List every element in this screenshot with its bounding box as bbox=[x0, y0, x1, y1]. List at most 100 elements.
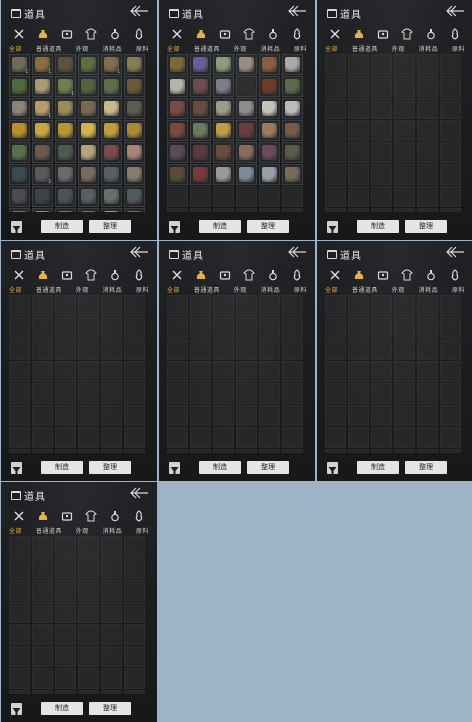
inventory-item-slot[interactable]: 1 bbox=[32, 98, 53, 119]
empty-inventory-slot[interactable] bbox=[213, 361, 234, 382]
inventory-item-slot[interactable] bbox=[259, 54, 280, 75]
empty-inventory-slot[interactable] bbox=[394, 76, 415, 97]
inventory-item-slot[interactable] bbox=[190, 164, 211, 185]
inventory-item-slot[interactable] bbox=[55, 54, 76, 75]
tab-common-items[interactable]: 普通道具 bbox=[36, 44, 62, 53]
empty-inventory-slot[interactable] bbox=[236, 427, 257, 448]
empty-inventory-slot[interactable] bbox=[9, 405, 30, 426]
empty-inventory-slot[interactable] bbox=[394, 98, 415, 119]
ore-icon[interactable] bbox=[131, 27, 147, 41]
tab-appearance[interactable]: 外观 bbox=[76, 526, 89, 535]
pouch-icon[interactable] bbox=[35, 27, 51, 41]
inventory-item-slot[interactable] bbox=[9, 164, 30, 185]
empty-inventory-slot[interactable] bbox=[55, 295, 76, 316]
empty-inventory-slot[interactable] bbox=[394, 449, 415, 453]
tab-appearance[interactable]: 外观 bbox=[392, 44, 405, 53]
empty-inventory-slot[interactable] bbox=[417, 449, 438, 453]
empty-inventory-slot[interactable] bbox=[371, 98, 392, 119]
tab-materials[interactable]: 原料 bbox=[452, 285, 465, 294]
empty-inventory-slot[interactable] bbox=[32, 668, 53, 689]
empty-inventory-slot[interactable] bbox=[55, 383, 76, 404]
shirt-icon[interactable] bbox=[241, 268, 257, 282]
empty-inventory-slot[interactable] bbox=[55, 449, 76, 453]
empty-inventory-slot[interactable] bbox=[440, 339, 461, 360]
empty-inventory-slot[interactable] bbox=[348, 208, 369, 212]
empty-inventory-slot[interactable] bbox=[371, 339, 392, 360]
inventory-item-slot[interactable] bbox=[282, 76, 303, 97]
empty-inventory-slot[interactable] bbox=[348, 54, 369, 75]
empty-inventory-slot[interactable] bbox=[259, 405, 280, 426]
empty-inventory-slot[interactable] bbox=[78, 449, 99, 453]
empty-inventory-slot[interactable] bbox=[9, 624, 30, 645]
inventory-item-slot[interactable] bbox=[259, 76, 280, 97]
chest-icon[interactable] bbox=[217, 268, 233, 282]
empty-inventory-slot[interactable] bbox=[9, 361, 30, 382]
empty-inventory-slot[interactable] bbox=[32, 536, 53, 557]
empty-inventory-slot[interactable] bbox=[124, 383, 145, 404]
empty-inventory-slot[interactable] bbox=[236, 208, 257, 212]
empty-inventory-slot[interactable] bbox=[417, 186, 438, 207]
inventory-item-slot[interactable] bbox=[282, 98, 303, 119]
inventory-item-slot[interactable] bbox=[282, 164, 303, 185]
ore-icon[interactable] bbox=[131, 268, 147, 282]
inventory-item-slot[interactable] bbox=[213, 76, 234, 97]
empty-inventory-slot[interactable] bbox=[55, 339, 76, 360]
empty-inventory-slot[interactable] bbox=[394, 186, 415, 207]
empty-inventory-slot[interactable] bbox=[55, 536, 76, 557]
inventory-item-slot[interactable] bbox=[55, 208, 76, 212]
close-icon[interactable] bbox=[169, 27, 185, 41]
tab-appearance[interactable]: 外观 bbox=[76, 285, 89, 294]
empty-inventory-slot[interactable] bbox=[55, 558, 76, 579]
empty-inventory-slot[interactable] bbox=[282, 361, 303, 382]
empty-inventory-slot[interactable] bbox=[394, 295, 415, 316]
empty-inventory-slot[interactable] bbox=[190, 186, 211, 207]
empty-inventory-slot[interactable] bbox=[167, 405, 188, 426]
craft-button[interactable]: 制造 bbox=[199, 461, 241, 474]
pouch-icon[interactable] bbox=[351, 27, 367, 41]
empty-inventory-slot[interactable] bbox=[348, 339, 369, 360]
empty-inventory-slot[interactable] bbox=[55, 405, 76, 426]
empty-inventory-slot[interactable] bbox=[32, 317, 53, 338]
tab-consumables[interactable]: 消耗品 bbox=[103, 285, 123, 294]
empty-inventory-slot[interactable] bbox=[32, 361, 53, 382]
empty-inventory-slot[interactable] bbox=[282, 295, 303, 316]
inventory-item-slot[interactable] bbox=[213, 54, 234, 75]
close-icon[interactable] bbox=[11, 268, 27, 282]
empty-inventory-slot[interactable] bbox=[440, 164, 461, 185]
inventory-item-slot[interactable] bbox=[78, 164, 99, 185]
empty-inventory-slot[interactable] bbox=[32, 624, 53, 645]
empty-inventory-slot[interactable] bbox=[190, 427, 211, 448]
inventory-item-slot[interactable] bbox=[236, 142, 257, 163]
empty-inventory-slot[interactable] bbox=[78, 295, 99, 316]
sort-button[interactable]: 整理 bbox=[89, 220, 131, 233]
empty-inventory-slot[interactable] bbox=[440, 142, 461, 163]
inventory-item-slot[interactable] bbox=[32, 208, 53, 212]
empty-inventory-slot[interactable] bbox=[325, 76, 346, 97]
tab-all[interactable]: 全部 bbox=[9, 285, 22, 294]
inventory-item-slot[interactable] bbox=[78, 186, 99, 207]
empty-inventory-slot[interactable] bbox=[236, 383, 257, 404]
empty-inventory-slot[interactable] bbox=[101, 602, 122, 623]
empty-inventory-slot[interactable] bbox=[213, 339, 234, 360]
inventory-item-slot[interactable] bbox=[167, 142, 188, 163]
filter-button[interactable] bbox=[327, 462, 338, 475]
empty-inventory-slot[interactable] bbox=[371, 317, 392, 338]
close-icon[interactable] bbox=[11, 27, 27, 41]
inventory-item-slot[interactable] bbox=[190, 76, 211, 97]
tab-all[interactable]: 全部 bbox=[9, 44, 22, 53]
empty-inventory-slot[interactable] bbox=[101, 536, 122, 557]
tab-consumables[interactable]: 消耗品 bbox=[261, 285, 281, 294]
empty-inventory-slot[interactable] bbox=[167, 208, 188, 212]
empty-inventory-slot[interactable] bbox=[440, 317, 461, 338]
close-icon[interactable] bbox=[169, 268, 185, 282]
empty-inventory-slot[interactable] bbox=[101, 668, 122, 689]
tab-common-items[interactable]: 普通道具 bbox=[194, 44, 220, 53]
empty-inventory-slot[interactable] bbox=[9, 339, 30, 360]
empty-inventory-slot[interactable] bbox=[78, 427, 99, 448]
empty-inventory-slot[interactable] bbox=[325, 383, 346, 404]
empty-inventory-slot[interactable] bbox=[9, 536, 30, 557]
inventory-item-slot[interactable] bbox=[259, 98, 280, 119]
empty-inventory-slot[interactable] bbox=[190, 383, 211, 404]
inventory-item-slot[interactable] bbox=[167, 76, 188, 97]
filter-button[interactable] bbox=[11, 462, 22, 475]
